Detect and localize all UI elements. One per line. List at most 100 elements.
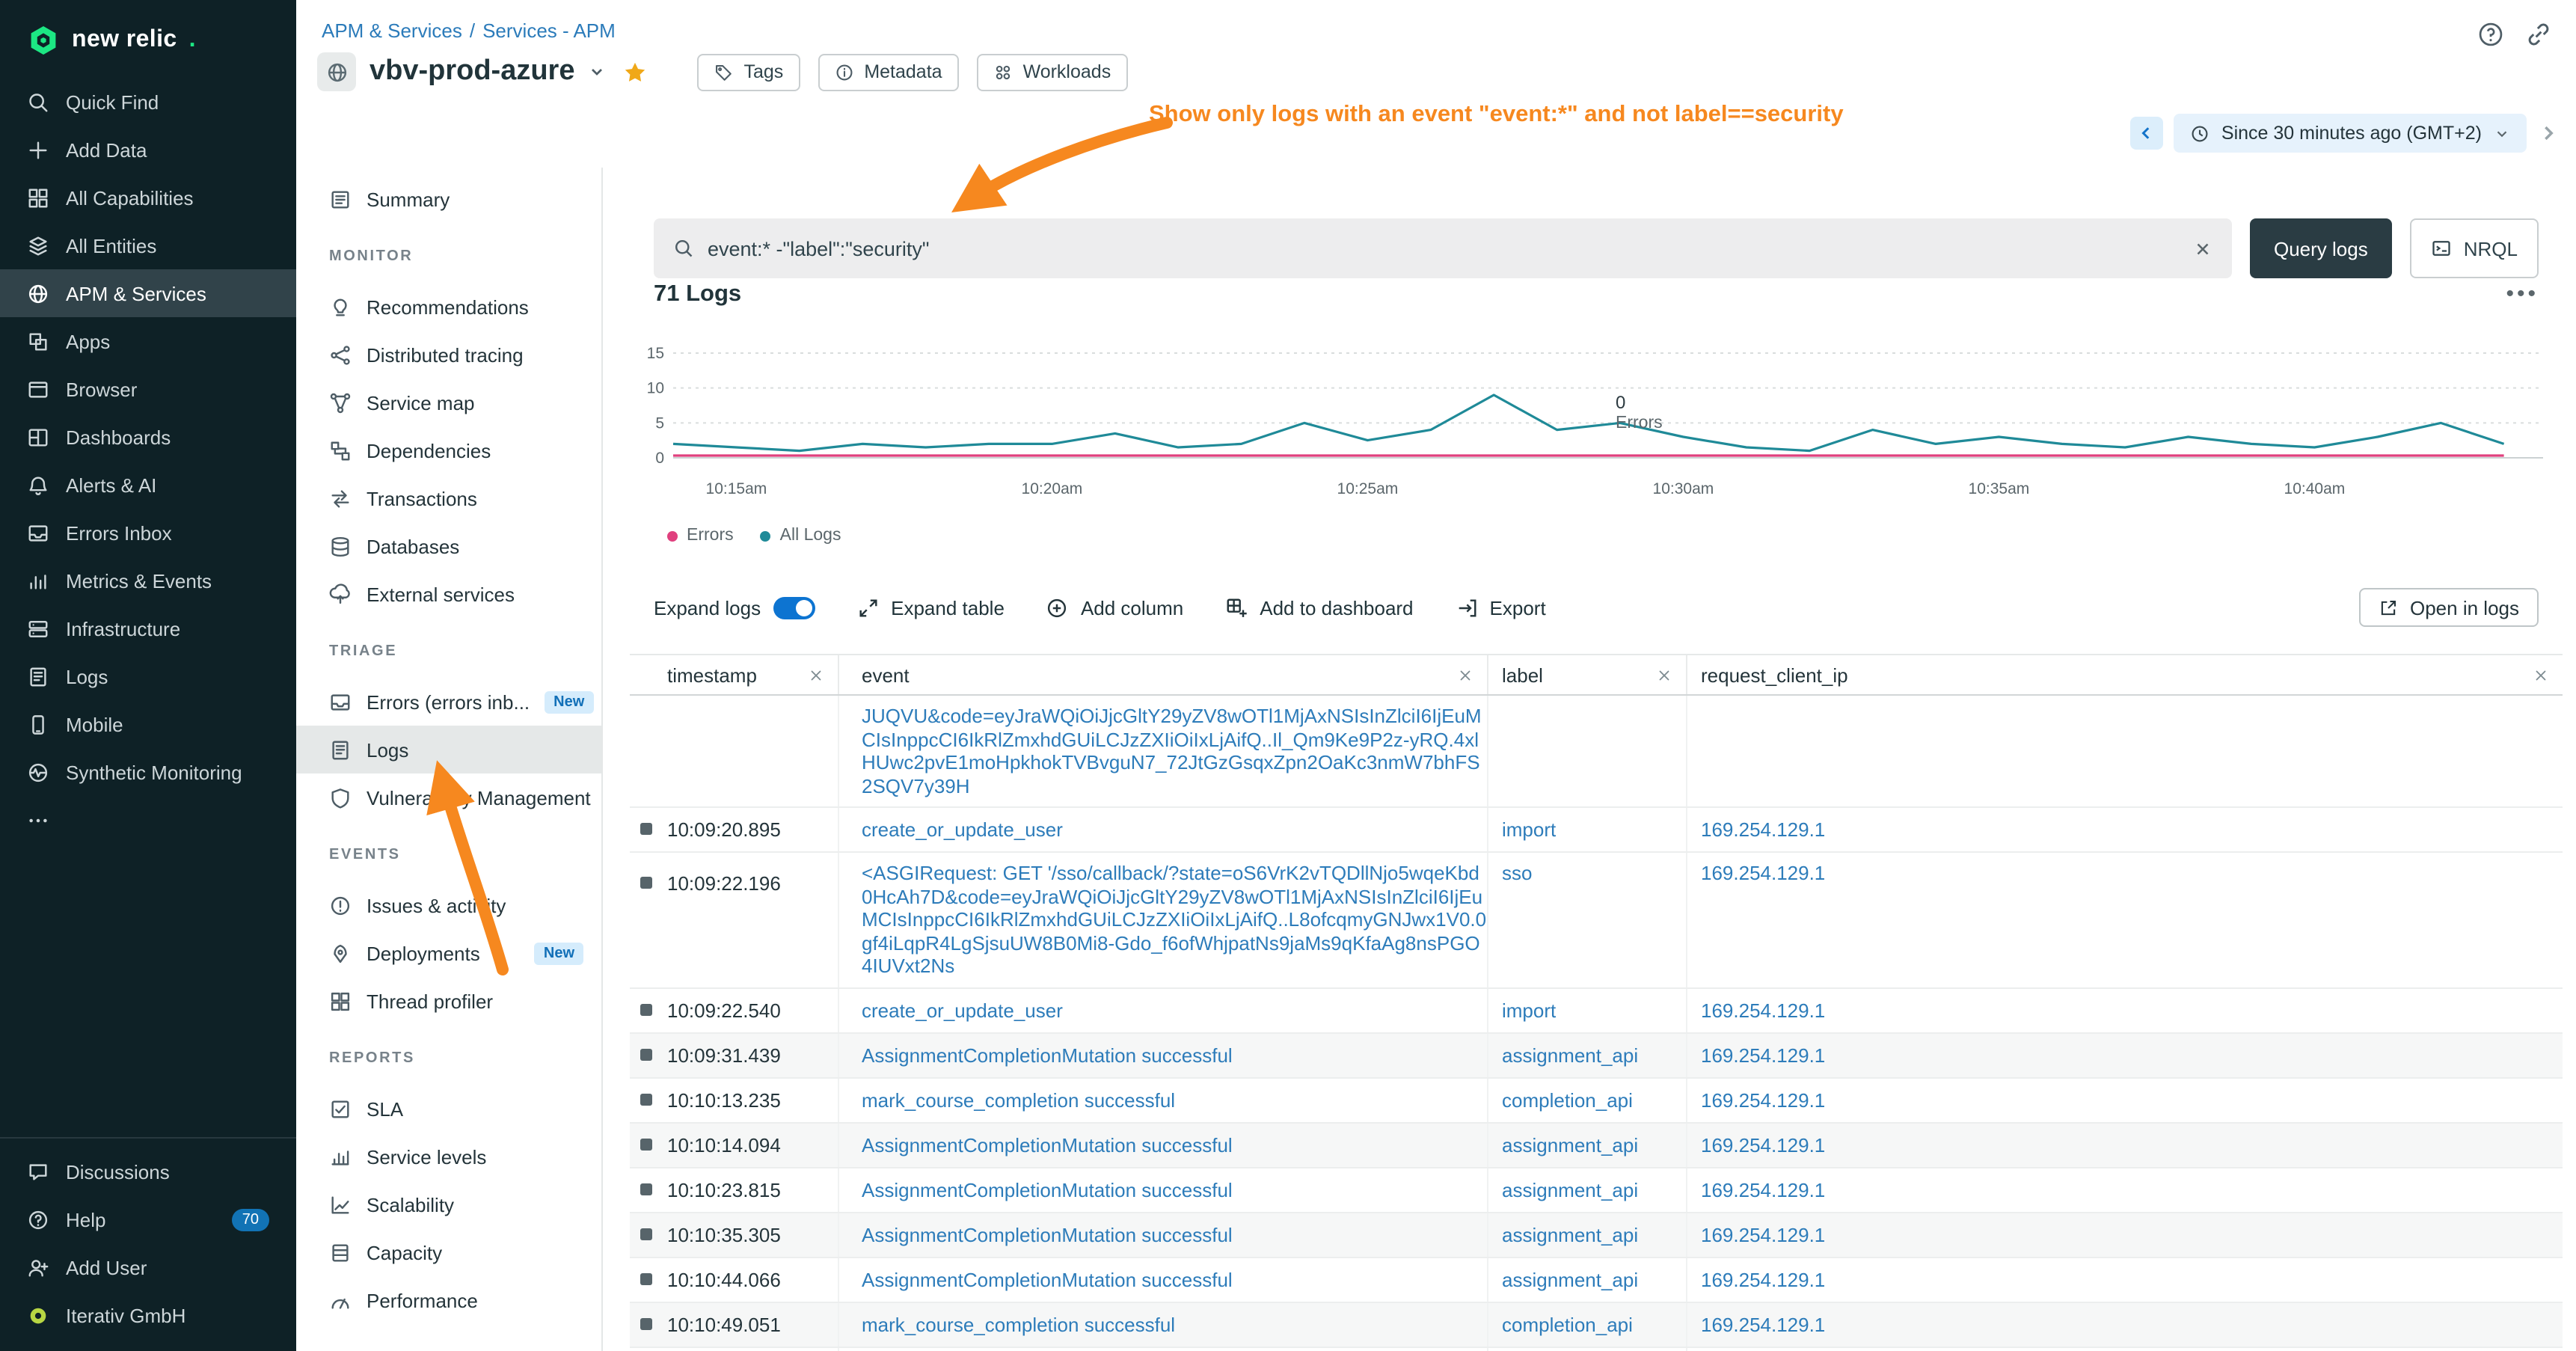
event-link[interactable]: JUQVU&code=eyJraWQiOiJjcGltY29yZV8wOTl1M…: [862, 705, 1482, 797]
label-link[interactable]: assignment_api: [1502, 1223, 1638, 1246]
ip-link[interactable]: 169.254.129.1: [1701, 1133, 1825, 1156]
row-checkbox[interactable]: [640, 877, 652, 889]
entity-nav-item-vulnerability-management[interactable]: Vulnerability Management: [296, 773, 601, 821]
label-link[interactable]: completion_api: [1502, 1313, 1633, 1335]
table-row[interactable]: 10:10:13.235mark_course_completion succe…: [630, 1078, 2563, 1123]
global-footer-item-discussions[interactable]: Discussions: [0, 1148, 296, 1195]
newrelic-logo[interactable]: new relic.: [0, 0, 296, 72]
label-link[interactable]: assignment_api: [1502, 1178, 1638, 1201]
query-logs-button[interactable]: Query logs: [2250, 218, 2392, 278]
event-link[interactable]: AssignmentCompletionMutation successful: [862, 1223, 1233, 1246]
event-link[interactable]: mark_course_completion successful: [862, 1088, 1175, 1111]
global-nav-item-alerts-ai[interactable]: Alerts & AI: [0, 461, 296, 509]
event-link[interactable]: AssignmentCompletionMutation successful: [862, 1044, 1233, 1066]
global-footer-item-iterativ-gmbh[interactable]: Iterativ GmbH: [0, 1291, 296, 1339]
row-checkbox[interactable]: [640, 1228, 652, 1240]
row-checkbox[interactable]: [640, 823, 652, 835]
ip-link[interactable]: 169.254.129.1: [1701, 1313, 1825, 1335]
help-circle-icon[interactable]: [2477, 21, 2504, 48]
more-options-button[interactable]: •••: [2506, 289, 2539, 301]
row-checkbox[interactable]: [640, 1138, 652, 1150]
entity-nav-item-sla[interactable]: SLA: [296, 1085, 601, 1133]
event-link[interactable]: create_or_update_user: [862, 818, 1063, 841]
clear-query-icon[interactable]: [2193, 239, 2212, 258]
global-nav-item-dashboards[interactable]: Dashboards: [0, 413, 296, 461]
global-footer-item-help[interactable]: Help70: [0, 1195, 296, 1243]
row-checkbox[interactable]: [640, 1048, 652, 1060]
global-nav-item-errors-inbox[interactable]: Errors Inbox: [0, 509, 296, 557]
entity-nav-item-capacity[interactable]: Capacity: [296, 1228, 601, 1276]
table-row[interactable]: 10:10:14.094AssignmentCompletionMutation…: [630, 1123, 2563, 1168]
entity-nav-item-issues-activity[interactable]: Issues & activity: [296, 881, 601, 929]
close-icon[interactable]: [808, 667, 824, 683]
ip-link[interactable]: 169.254.129.1: [1701, 999, 1825, 1021]
table-row[interactable]: 10:11:00.311AssignmentCompletionMutation…: [630, 1347, 2563, 1351]
logs-chart-canvas[interactable]: 05101510:15am10:20am10:25am10:30am10:35a…: [643, 341, 2555, 510]
entity-nav-item-performance[interactable]: Performance: [296, 1276, 601, 1324]
ip-link[interactable]: 169.254.129.1: [1701, 1268, 1825, 1290]
legend-item-errors[interactable]: Errors: [667, 527, 734, 545]
row-checkbox[interactable]: [640, 1272, 652, 1284]
entity-nav-item-service-map[interactable]: Service map: [296, 379, 601, 426]
global-nav-item-synthetic-monitoring[interactable]: Synthetic Monitoring: [0, 748, 296, 796]
entity-switcher-chevron-icon[interactable]: [589, 63, 607, 81]
export-button[interactable]: Export: [1456, 596, 1546, 619]
ip-link[interactable]: 169.254.129.1: [1701, 818, 1825, 841]
entity-nav-item-scalability[interactable]: Scalability: [296, 1180, 601, 1228]
global-nav-item-browser[interactable]: Browser: [0, 365, 296, 413]
column-header-request-client-ip[interactable]: request_client_ip: [1687, 655, 2563, 694]
event-link[interactable]: mark_course_completion successful: [862, 1313, 1175, 1335]
close-icon[interactable]: [2533, 667, 2549, 683]
log-query-input[interactable]: [708, 237, 2180, 260]
favorite-star-icon[interactable]: [623, 59, 648, 85]
global-nav-item-all-capabilities[interactable]: All Capabilities: [0, 174, 296, 221]
label-link[interactable]: completion_api: [1502, 1088, 1633, 1111]
expand-table-button[interactable]: Expand table: [856, 596, 1005, 619]
entity-nav-item-databases[interactable]: Databases: [296, 522, 601, 570]
close-icon[interactable]: [1457, 667, 1473, 683]
row-checkbox[interactable]: [640, 1093, 652, 1105]
event-link[interactable]: <ASGIRequest: GET '/sso/callback/?state=…: [862, 862, 1486, 977]
close-icon[interactable]: [1656, 667, 1672, 683]
nrql-button[interactable]: NRQL: [2410, 218, 2539, 278]
table-row[interactable]: 10:10:35.305AssignmentCompletionMutation…: [630, 1213, 2563, 1257]
entity-nav-item-deployments[interactable]: DeploymentsNew: [296, 929, 601, 977]
table-row[interactable]: 10:09:22.196<ASGIRequest: GET '/sso/call…: [630, 853, 2563, 988]
table-row[interactable]: 10:10:44.066AssignmentCompletionMutation…: [630, 1257, 2563, 1302]
entity-nav-item-dependencies[interactable]: Dependencies: [296, 426, 601, 474]
tags-button[interactable]: Tags: [698, 53, 800, 91]
entity-nav-item-external-services[interactable]: External services: [296, 570, 601, 618]
label-link[interactable]: assignment_api: [1502, 1268, 1638, 1290]
column-header-timestamp[interactable]: timestamp: [630, 655, 839, 694]
ip-link[interactable]: 169.254.129.1: [1701, 1088, 1825, 1111]
event-link[interactable]: AssignmentCompletionMutation successful: [862, 1178, 1233, 1201]
entity-nav-item-transactions[interactable]: Transactions: [296, 474, 601, 522]
add-column-button[interactable]: Add column: [1046, 596, 1183, 619]
metadata-button[interactable]: Metadata: [818, 53, 958, 91]
global-nav-item-all-entities[interactable]: All Entities: [0, 221, 296, 269]
ip-link[interactable]: 169.254.129.1: [1701, 1223, 1825, 1246]
ip-link[interactable]: 169.254.129.1: [1701, 1178, 1825, 1201]
ip-link[interactable]: 169.254.129.1: [1701, 1044, 1825, 1066]
global-nav-item-more[interactable]: [0, 796, 296, 844]
open-in-logs-button[interactable]: Open in logs: [2359, 588, 2539, 627]
label-link[interactable]: sso: [1502, 862, 1532, 884]
legend-item-all-logs[interactable]: All Logs: [761, 527, 841, 545]
time-forward-button[interactable]: [2537, 123, 2558, 144]
row-checkbox[interactable]: [640, 1317, 652, 1329]
global-nav-item-metrics-events[interactable]: Metrics & Events: [0, 557, 296, 604]
label-link[interactable]: import: [1502, 818, 1556, 841]
entity-nav-item-errors-errors-inb[interactable]: Errors (errors inb...New: [296, 678, 601, 726]
breadcrumb-link-apm-services[interactable]: APM & Services: [322, 19, 462, 42]
workloads-button[interactable]: Workloads: [977, 53, 1128, 91]
global-nav-item-logs[interactable]: Logs: [0, 652, 296, 700]
label-link[interactable]: assignment_api: [1502, 1133, 1638, 1156]
entity-nav-item-distributed-tracing[interactable]: Distributed tracing: [296, 331, 601, 379]
permalink-icon[interactable]: [2525, 21, 2552, 48]
global-nav-item-add-data[interactable]: Add Data: [0, 126, 296, 174]
event-link[interactable]: create_or_update_user: [862, 999, 1063, 1021]
global-footer-item-add-user[interactable]: Add User: [0, 1243, 296, 1291]
row-checkbox[interactable]: [640, 1183, 652, 1195]
expand-logs-toggle[interactable]: [773, 596, 815, 619]
table-row[interactable]: 10:10:49.051mark_course_completion succe…: [630, 1302, 2563, 1347]
